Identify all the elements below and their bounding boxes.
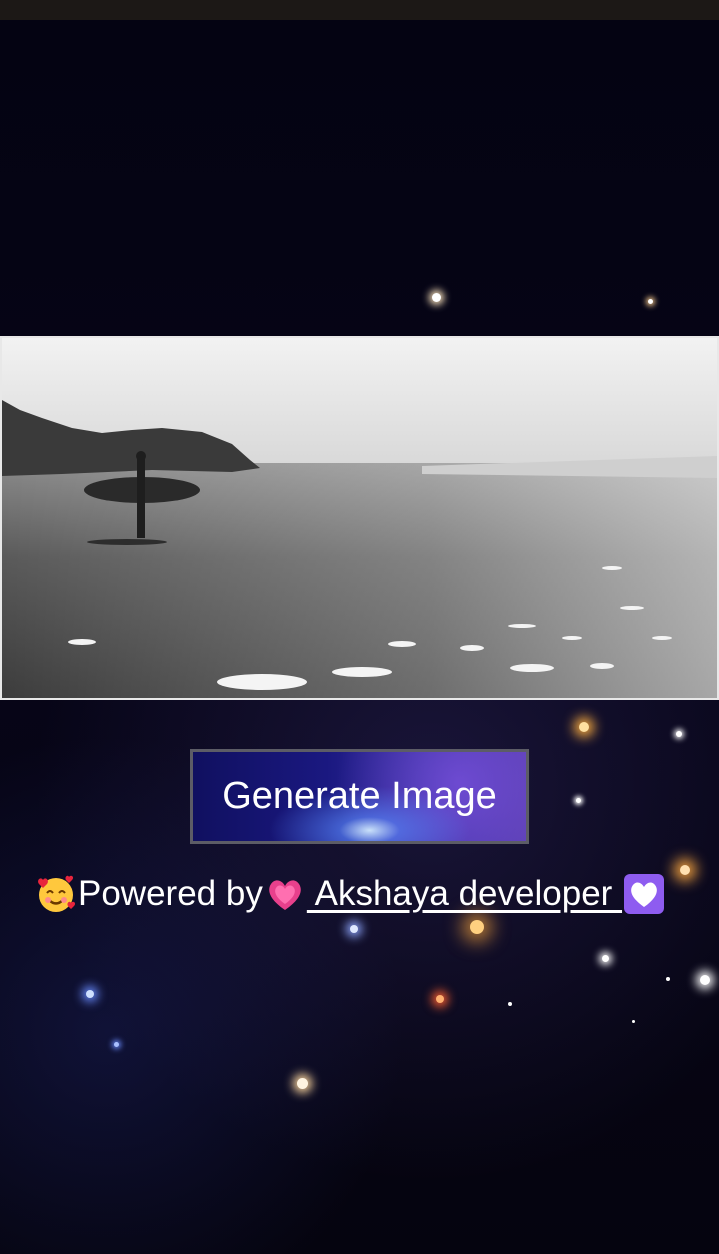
- star: [297, 1078, 308, 1089]
- star: [666, 977, 670, 981]
- star: [436, 995, 444, 1003]
- generated-image: [0, 336, 719, 700]
- star: [676, 731, 682, 737]
- star: [470, 920, 484, 934]
- akshaya-developer-link[interactable]: Akshaya developer: [263, 872, 666, 916]
- powered-by-credit: Powered by Akshaya developer: [34, 872, 704, 916]
- powered-by-text: Powered by: [78, 874, 263, 913]
- star: [700, 975, 710, 985]
- star: [508, 1002, 512, 1006]
- akshaya-developer-label: Akshaya developer: [306, 874, 623, 913]
- smiling-face-with-hearts-icon: [38, 875, 76, 912]
- white-heart-icon: [624, 874, 665, 914]
- generate-image-button-label: Generate Image: [222, 775, 497, 817]
- star: [579, 722, 589, 732]
- star: [350, 925, 358, 933]
- status-bar: [0, 0, 719, 20]
- star: [648, 299, 653, 304]
- beach-surfer-photo: [2, 338, 717, 698]
- star: [86, 990, 94, 998]
- star: [432, 293, 441, 302]
- star: [632, 1020, 635, 1023]
- star: [114, 1042, 119, 1047]
- generate-image-button[interactable]: Generate Image: [190, 749, 529, 844]
- growing-heart-icon: [269, 880, 301, 910]
- star: [602, 955, 609, 962]
- star: [576, 798, 581, 803]
